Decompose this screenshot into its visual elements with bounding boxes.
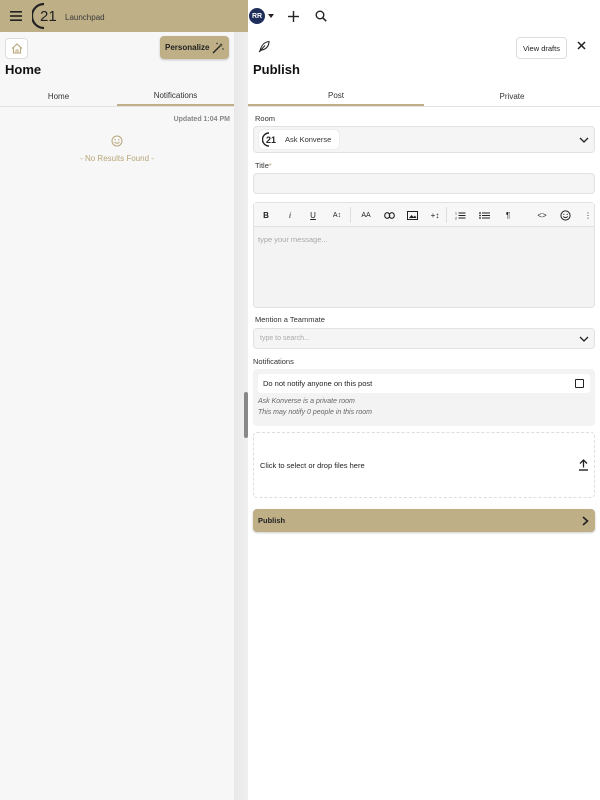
svg-text:21: 21 (266, 135, 276, 145)
century21-logo-icon: 21 (32, 2, 57, 30)
publish-tabs: Post Private (248, 86, 600, 107)
page-title: Home (5, 62, 42, 77)
do-not-notify-option[interactable]: Do not notify anyone on this post (258, 374, 590, 393)
century21-logo-icon: 21 (262, 132, 276, 147)
empty-state-text: - No Results Found - (80, 154, 154, 163)
file-dropzone[interactable]: Click to select or drop files here (253, 432, 595, 498)
emoji-icon[interactable] (557, 207, 573, 223)
toolbar-divider (446, 207, 447, 223)
message-editor[interactable]: B i U A↕ AA +↕ 12 ¶ <> ⋮ type your messa… (253, 202, 595, 308)
close-icon[interactable] (577, 41, 586, 50)
search-icon[interactable] (312, 7, 330, 25)
svg-text:1: 1 (455, 211, 457, 215)
personalize-label: Personalize (165, 43, 210, 52)
chevron-down-icon (268, 14, 274, 18)
mention-label: Mention a Teammate (255, 315, 325, 324)
tab-private[interactable]: Private (424, 86, 600, 106)
tab-home[interactable]: Home (0, 86, 117, 106)
font-button[interactable]: AA (358, 207, 374, 223)
chevron-down-icon[interactable] (579, 137, 589, 143)
publish-button-label: Publish (258, 516, 286, 525)
chevron-right-icon (582, 515, 589, 526)
app-logo[interactable]: 21 Launchpad (32, 2, 105, 30)
toolbar-divider (350, 207, 351, 223)
link-icon[interactable] (381, 207, 397, 223)
home-panel: Personalize Home Home Notifications Upda… (0, 32, 236, 800)
publish-button[interactable]: Publish (253, 509, 595, 532)
more-options-button[interactable]: ⋮ (580, 207, 596, 223)
code-button[interactable]: <> (534, 207, 550, 223)
image-icon[interactable] (404, 207, 420, 223)
bold-button[interactable]: B (258, 207, 274, 223)
title-label: Title* (255, 161, 272, 170)
user-menu[interactable]: RR (248, 7, 274, 25)
top-bar: 21 Launchpad RR (0, 0, 600, 32)
publish-panel: View drafts Publish Post Private Room 21… (248, 32, 600, 800)
room-select[interactable]: 21 Ask Konverse (253, 126, 595, 153)
magic-wand-icon (212, 42, 224, 53)
room-chip[interactable]: 21 Ask Konverse (259, 130, 340, 149)
svg-text:2: 2 (455, 216, 457, 220)
room-value: Ask Konverse (285, 135, 332, 144)
feather-icon (258, 40, 270, 53)
do-not-notify-label: Do not notify anyone on this post (263, 379, 373, 388)
home-tabs: Home Notifications (0, 86, 234, 107)
private-room-note: Ask Konverse is a private room (258, 398, 355, 405)
underline-button[interactable]: U (305, 207, 321, 223)
personalize-button[interactable]: Personalize (160, 36, 229, 59)
hamburger-menu-icon[interactable] (0, 0, 32, 32)
mention-search-input[interactable]: type to search... (253, 328, 595, 349)
dropzone-text: Click to select or drop files here (260, 460, 365, 470)
text-size-button[interactable]: A↕ (329, 207, 345, 223)
notifications-section: Do not notify anyone on this post Ask Ko… (253, 369, 595, 426)
ordered-list-icon[interactable]: 12 (452, 207, 468, 223)
publish-title: Publish (253, 62, 300, 77)
plus-icon[interactable] (284, 7, 302, 25)
italic-button[interactable]: i (282, 207, 298, 223)
avatar[interactable]: RR (248, 7, 266, 25)
home-button[interactable] (5, 38, 28, 59)
editor-toolbar: B i U A↕ AA +↕ 12 ¶ <> ⋮ (254, 203, 594, 227)
do-not-notify-checkbox[interactable] (575, 379, 584, 388)
bullet-list-icon[interactable] (476, 207, 492, 223)
view-drafts-button[interactable]: View drafts (516, 37, 567, 59)
smile-icon (111, 135, 123, 147)
updated-timestamp: Updated 1:04 PM (173, 116, 230, 123)
message-placeholder: type your message... (258, 235, 328, 244)
mention-placeholder: type to search... (260, 335, 310, 342)
home-icon (11, 43, 22, 54)
svg-text:21: 21 (40, 8, 57, 25)
notify-count-note: This may notify 0 people in this room (258, 409, 372, 416)
tab-notifications[interactable]: Notifications (117, 86, 234, 106)
tab-post[interactable]: Post (248, 86, 424, 106)
title-input[interactable] (253, 173, 595, 194)
paragraph-button[interactable]: ¶ (500, 207, 516, 223)
room-label: Room (255, 114, 276, 123)
chevron-down-icon[interactable] (579, 336, 589, 342)
upload-icon (579, 459, 588, 471)
app-name: Launchpad (65, 13, 105, 22)
insert-button[interactable]: +↕ (427, 207, 443, 223)
notifications-label: Notifications (253, 357, 294, 366)
